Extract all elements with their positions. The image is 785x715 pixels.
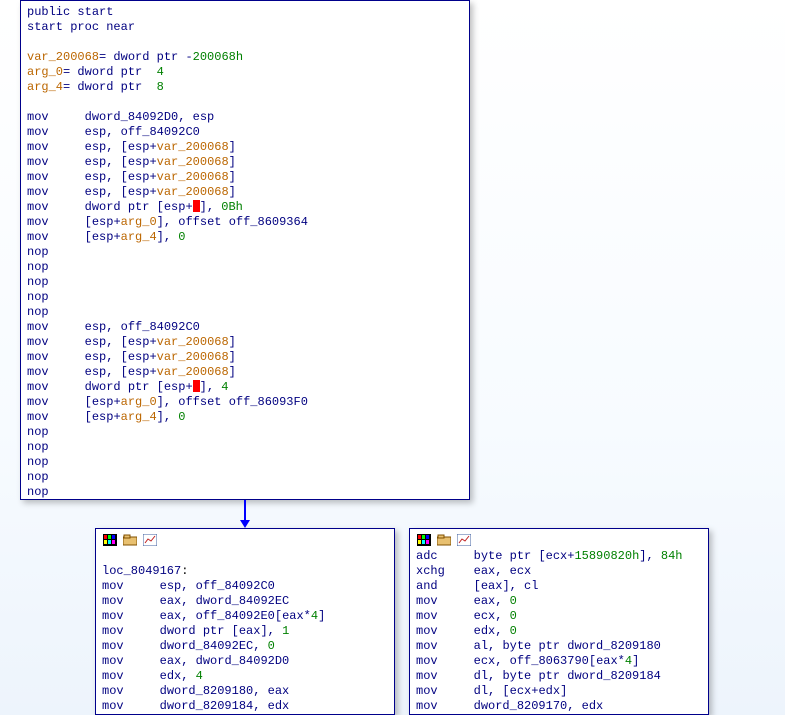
chart-icon[interactable] [142,533,158,547]
code-block-loc: loc_8049167: mov esp, off_84092C0 mov ea… [102,549,388,714]
code-block-start: public start start proc near var_200068=… [27,5,463,500]
arrow-main-to-loc [240,500,250,528]
graph-canvas[interactable]: public start start proc near var_200068=… [0,0,785,715]
node-toolbar [416,533,702,547]
code-block-right: adc byte ptr [ecx+15890820h], 84h xchg e… [416,549,702,714]
folder-icon[interactable] [436,533,452,547]
chart-icon[interactable] [456,533,472,547]
node-start[interactable]: public start start proc near var_200068=… [20,0,470,500]
color-grid-icon[interactable] [102,533,118,547]
node-toolbar [102,533,388,547]
color-grid-icon[interactable] [416,533,432,547]
node-adc-block[interactable]: adc byte ptr [ecx+15890820h], 84h xchg e… [409,528,709,715]
node-loc-8049167[interactable]: loc_8049167: mov esp, off_84092C0 mov ea… [95,528,395,715]
folder-icon[interactable] [122,533,138,547]
